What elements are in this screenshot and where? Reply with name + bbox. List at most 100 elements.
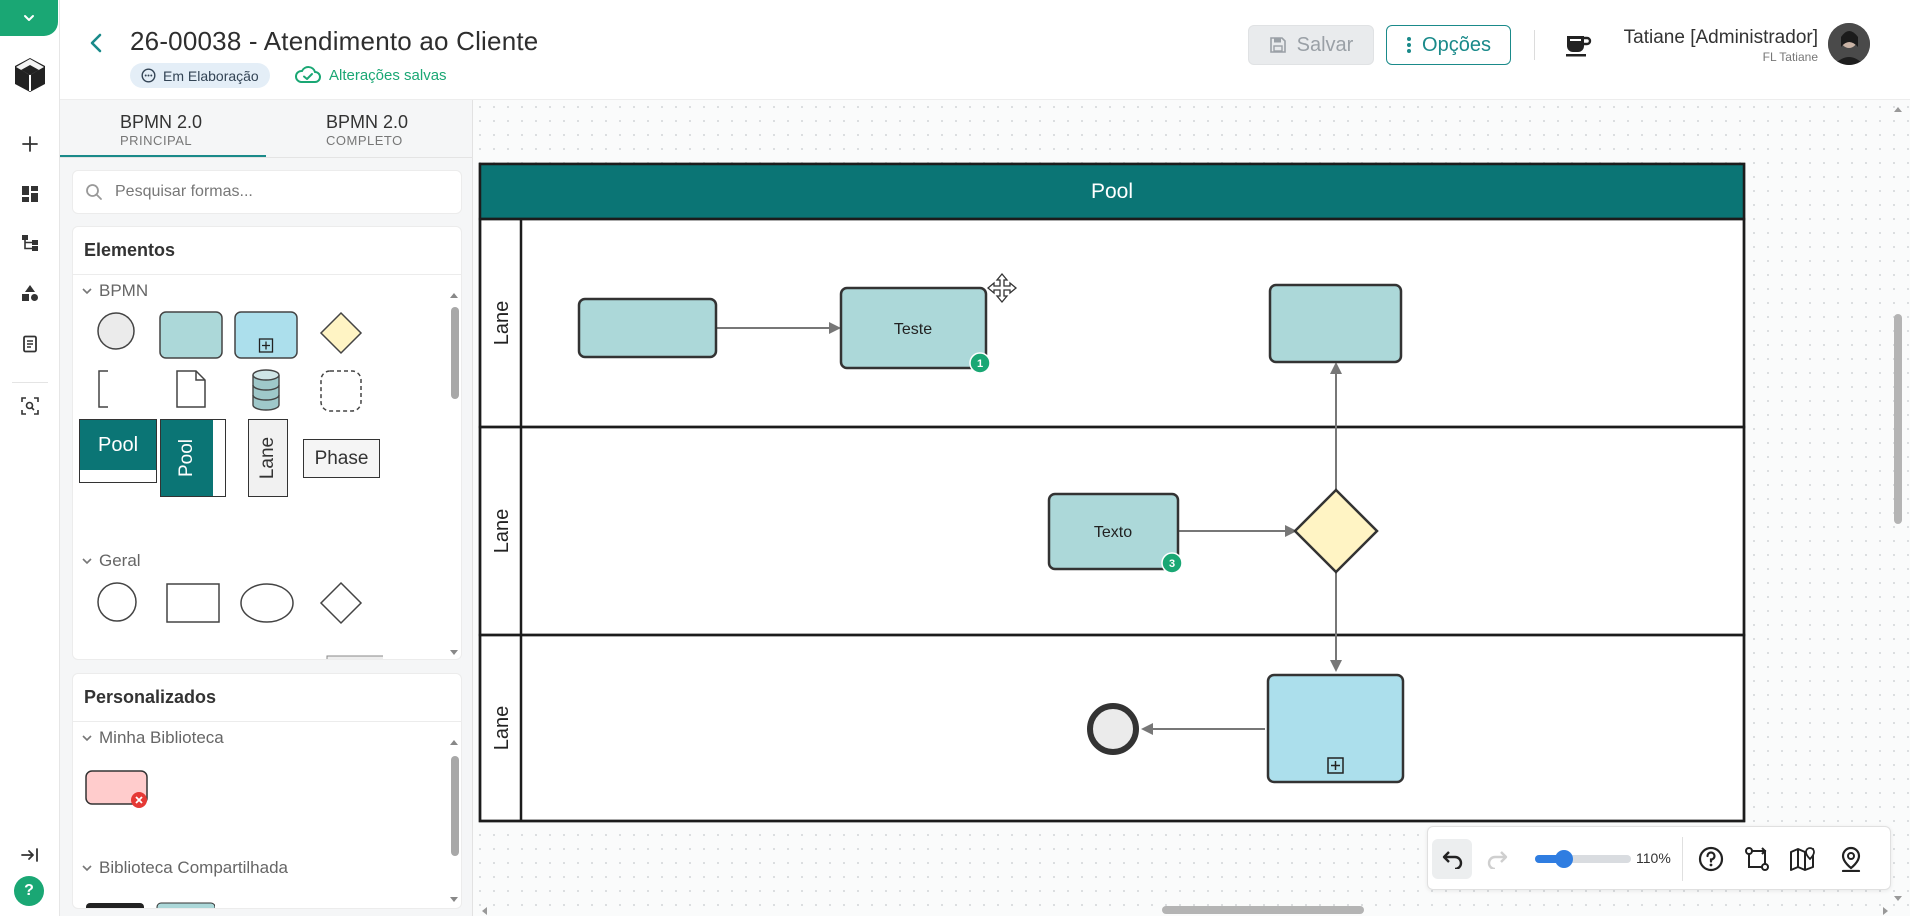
- tabs-divider: [60, 157, 473, 158]
- group-shared-library[interactable]: Biblioteca Compartilhada: [81, 858, 288, 878]
- minimap-button[interactable]: [1783, 839, 1823, 879]
- tab-label: BPMN 2.0: [326, 112, 409, 132]
- locate-button[interactable]: [1831, 839, 1871, 879]
- start-event-shape[interactable]: [96, 311, 136, 351]
- shared-shapes-row: [86, 902, 215, 908]
- pool-vertical-shape[interactable]: Pool: [160, 419, 226, 497]
- status-badge[interactable]: Em Elaboração: [130, 63, 270, 88]
- group-shape[interactable]: [319, 369, 363, 413]
- data-object-shape[interactable]: [175, 369, 207, 409]
- task-teste[interactable]: Teste 1: [839, 286, 991, 374]
- tab-label: BPMN 2.0: [120, 112, 203, 132]
- rail-divider: [12, 382, 48, 383]
- connector-style-button[interactable]: [1737, 839, 1777, 879]
- add-button[interactable]: [15, 129, 45, 159]
- user-organization: FL Tatiane: [1762, 50, 1818, 64]
- group-my-library-label: Minha Biblioteca: [99, 728, 224, 747]
- documents-button[interactable]: [15, 329, 45, 359]
- options-button[interactable]: Opções: [1386, 25, 1511, 65]
- custom-error-shape[interactable]: [85, 770, 151, 810]
- card-divider: [73, 721, 461, 722]
- saved-status-label: Alterações salvas: [329, 66, 447, 84]
- search-input[interactable]: [115, 183, 435, 201]
- diamond-shape[interactable]: [319, 581, 363, 625]
- custom-scroll-thumb[interactable]: [451, 756, 459, 856]
- user-name[interactable]: Tatiane [Administrador]: [1624, 27, 1818, 49]
- dots-circle-icon: [141, 68, 156, 83]
- diagram-canvas[interactable]: Pool Lane Lane Lane Teste 1 Texto 3 110%: [473, 100, 1910, 916]
- elements-scrollbar[interactable]: [449, 291, 459, 657]
- gateway-shape[interactable]: [319, 311, 363, 355]
- task-texto[interactable]: Texto 3: [1047, 492, 1183, 574]
- scroll-down-icon: [1894, 896, 1902, 901]
- bpmn-diagram[interactable]: Pool Lane Lane Lane Teste 1 Texto 3: [473, 100, 1910, 916]
- cube-logo-icon: [15, 58, 45, 92]
- task-empty-top-right[interactable]: [1268, 283, 1403, 364]
- elements-scroll-thumb[interactable]: [451, 307, 459, 399]
- phase-shape[interactable]: Phase: [303, 439, 380, 478]
- zoom-slider-thumb[interactable]: [1554, 850, 1573, 868]
- data-store-shape[interactable]: [251, 369, 281, 413]
- rectangle-shape[interactable]: [166, 583, 220, 623]
- tab-bpmn-principal[interactable]: BPMN 2.0 PRINCIPAL: [60, 100, 266, 157]
- app-rail: ?: [0, 0, 60, 916]
- annotation-shape[interactable]: [96, 369, 116, 409]
- shapes-button[interactable]: [15, 278, 45, 308]
- collapse-toggle-button[interactable]: [0, 0, 58, 36]
- canvas-horizontal-scroll-thumb[interactable]: [1162, 906, 1364, 914]
- scroll-down-icon: [450, 897, 458, 902]
- elements-card: Elementos BPMN Pool Pool Lane Phase Gera…: [72, 226, 462, 660]
- back-button[interactable]: [84, 30, 110, 56]
- coffee-cup-icon: [1566, 36, 1592, 57]
- group-geral-label: Geral: [99, 551, 141, 570]
- task-shape[interactable]: [159, 311, 223, 361]
- canvas-vertical-scrollbar[interactable]: [1892, 104, 1904, 904]
- circle-shape[interactable]: [96, 581, 138, 623]
- app-logo[interactable]: [10, 55, 50, 95]
- dashboard-button[interactable]: [15, 179, 45, 209]
- canvas-horizontal-scrollbar[interactable]: [479, 904, 1891, 916]
- arrow-to-right-icon: [21, 848, 38, 862]
- pool-shape[interactable]: Pool: [79, 419, 157, 483]
- ellipse-shape[interactable]: [240, 583, 294, 623]
- save-button[interactable]: Salvar: [1248, 25, 1374, 65]
- help-button[interactable]: ?: [14, 876, 44, 906]
- chevron-down-icon: [82, 865, 92, 872]
- chevron-down-icon: [82, 288, 92, 295]
- help-button[interactable]: [1691, 839, 1731, 879]
- group-geral[interactable]: Geral: [81, 551, 141, 571]
- elements-title: Elementos: [84, 240, 176, 260]
- scan-search-button[interactable]: [15, 391, 45, 421]
- zoom-slider[interactable]: [1535, 850, 1631, 868]
- task-empty[interactable]: [577, 297, 718, 359]
- group-my-library[interactable]: Minha Biblioteca: [81, 728, 224, 748]
- custom-scrollbar[interactable]: [449, 738, 459, 904]
- group-bpmn[interactable]: BPMN: [81, 281, 148, 301]
- undo-button[interactable]: [1432, 839, 1472, 879]
- redo-button[interactable]: [1478, 839, 1518, 879]
- pool-shape-label: Pool: [80, 420, 156, 470]
- hierarchy-icon: [22, 235, 38, 251]
- group-bpmn-label: BPMN: [99, 281, 149, 300]
- lane-shape[interactable]: Lane: [248, 419, 288, 497]
- coffee-button[interactable]: [1562, 28, 1594, 60]
- task-teste-badge-count: 1: [977, 358, 983, 370]
- task-texto-badge-count: 3: [1169, 558, 1175, 570]
- process-tree-button[interactable]: [15, 228, 45, 258]
- save-button-label: Salvar: [1296, 33, 1354, 56]
- subprocess-shape[interactable]: [234, 311, 298, 361]
- subprocess[interactable]: [1266, 673, 1405, 784]
- scan-search-icon: [21, 397, 39, 415]
- end-event[interactable]: [1087, 703, 1139, 755]
- redo-icon: [1487, 851, 1508, 869]
- cloud-check-icon: [295, 66, 321, 83]
- scroll-left-icon: [482, 907, 487, 915]
- canvas-vertical-scroll-thumb[interactable]: [1894, 314, 1902, 524]
- expand-panel-button[interactable]: [15, 840, 45, 870]
- chevron-left-icon: [90, 33, 102, 53]
- avatar[interactable]: [1828, 23, 1870, 65]
- tab-bpmn-completo[interactable]: BPMN 2.0 COMPLETO: [266, 100, 472, 157]
- chevron-down-icon: [24, 15, 34, 21]
- card-divider: [73, 274, 461, 275]
- custom-card: Personalizados Minha Biblioteca Bibliote…: [72, 673, 462, 909]
